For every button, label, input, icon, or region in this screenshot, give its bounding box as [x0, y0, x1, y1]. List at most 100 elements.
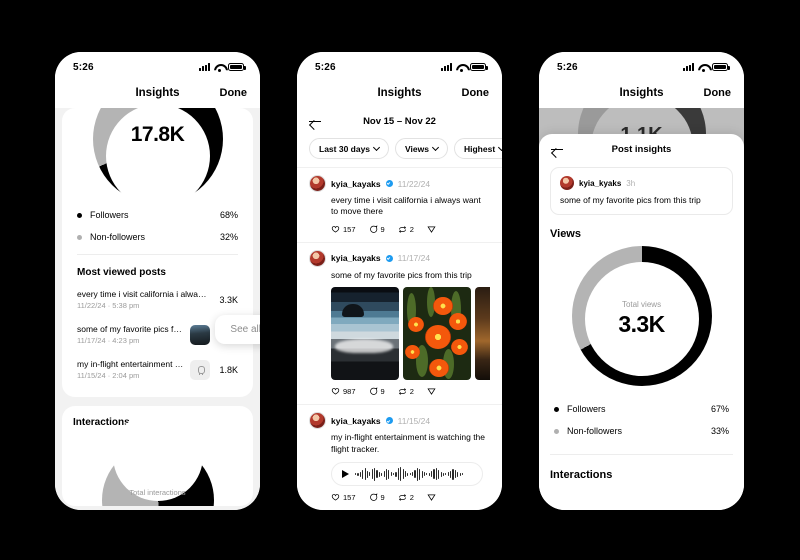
phone-mockup-3: 5:26 Insights Done 1.1K	[539, 52, 744, 510]
post-photo-gallery[interactable]	[309, 281, 490, 381]
done-button[interactable]: Done	[462, 87, 490, 99]
share-button[interactable]	[427, 387, 436, 396]
filter-chip-sort[interactable]: Highest	[453, 138, 502, 159]
verified-badge-icon	[385, 254, 393, 262]
engagement-row: 157 9 2	[309, 486, 490, 504]
cellular-bars-icon	[441, 63, 452, 71]
wifi-icon	[456, 63, 466, 72]
see-all-button[interactable]: See all	[215, 315, 260, 344]
post-meta: 11/17/24 · 4:23 pm	[77, 336, 140, 345]
like-button[interactable]: 987	[331, 387, 356, 396]
comment-button[interactable]: 9	[369, 225, 385, 234]
interactions-heading: Interactions	[550, 469, 613, 481]
filter-chip-metric[interactable]: Views	[395, 138, 448, 159]
nav-bar: Insights Done	[539, 78, 744, 108]
wifi-icon	[214, 63, 224, 72]
phone1-content: 17.8K Followers 68% Non-followers 32% Mo…	[55, 108, 260, 510]
legend-row-nonfollowers: Non-followers 32%	[73, 226, 242, 248]
phone1-scroll-area[interactable]: 17.8K Followers 68% Non-followers 32% Mo…	[55, 108, 260, 510]
views-card: 17.8K Followers 68% Non-followers 32% Mo…	[62, 108, 253, 397]
nav-bar: Insights Done	[297, 78, 502, 108]
status-bar: 5:26	[55, 52, 260, 78]
battery-full-icon	[470, 63, 488, 71]
most-viewed-posts-heading: Most viewed posts	[77, 267, 166, 278]
like-button[interactable]: 157	[331, 493, 356, 502]
legend: Followers 67% Non-followers 33%	[539, 392, 744, 442]
repost-button[interactable]: 2	[398, 493, 414, 502]
verified-badge-icon	[385, 180, 393, 187]
legend-dot-followers	[554, 406, 559, 412]
post-item[interactable]: kyia_kayaks 11/17/24 some of my favorite…	[297, 241, 502, 404]
post-timestamp: 3h	[626, 178, 636, 188]
post-username[interactable]: kyia_kayaks	[331, 179, 381, 189]
status-icons	[199, 63, 246, 72]
post-username[interactable]: kyia_kyaks	[579, 179, 621, 188]
repost-button[interactable]: 2	[398, 387, 414, 396]
legend-value-nonfollowers: 32%	[219, 232, 238, 242]
screenshot-canvas: 5:26 Insights Done 17.8K Followers 68% N…	[0, 0, 800, 560]
views-heading: Views	[550, 228, 581, 240]
page-title: Insights	[619, 87, 664, 99]
comment-button[interactable]: 9	[369, 387, 385, 396]
legend-row-followers: Followers 67%	[550, 398, 733, 420]
wifi-icon	[698, 63, 708, 72]
photo-ocean[interactable]	[331, 287, 399, 381]
page-title: Insights	[377, 87, 422, 99]
share-icon	[427, 493, 436, 502]
legend-dot-nonfollowers	[77, 234, 82, 240]
done-button[interactable]: Done	[704, 87, 732, 99]
audio-player[interactable]	[331, 462, 483, 487]
donut-center: 17.8K	[105, 108, 210, 208]
filter-chip-label: Highest	[463, 143, 496, 154]
donut-total-value: 3.3K	[618, 311, 665, 337]
like-button[interactable]: 157	[331, 225, 356, 234]
like-count: 157	[343, 493, 356, 503]
battery-full-icon	[712, 63, 730, 71]
legend-dot-nonfollowers	[554, 428, 559, 434]
post-preview-card[interactable]: kyia_kyaks 3h some of my favorite pics f…	[550, 167, 733, 215]
share-icon	[427, 225, 436, 234]
post-username[interactable]: kyia_kayaks	[331, 416, 381, 426]
filter-chip-label: Last 30 days	[319, 143, 371, 154]
filter-chip-timeframe[interactable]: Last 30 days	[309, 138, 390, 159]
repost-count: 2	[409, 387, 414, 397]
status-bar: 5:26	[539, 52, 744, 78]
nav-bar: Insights Done	[55, 78, 260, 108]
filter-chip-label: Views	[405, 143, 429, 154]
share-button[interactable]	[427, 225, 436, 234]
post-thumbnail-photo	[190, 324, 210, 345]
post-username[interactable]: kyia_kayaks	[331, 253, 381, 263]
comment-count: 9	[380, 224, 385, 234]
list-item[interactable]: every time i visit california i always w…	[73, 282, 242, 317]
post-thumbnail-mic	[190, 359, 210, 380]
post-text: my in-flight entertainment is watching t…	[331, 432, 486, 454]
phone3-screen: 1.1K Post insights kyia_kyaks 3h some of…	[539, 108, 744, 510]
done-button[interactable]: Done	[220, 87, 248, 99]
status-time: 5:26	[315, 61, 336, 73]
comment-count: 9	[380, 387, 385, 397]
interactions-card: Interactions Total interactions	[62, 406, 253, 506]
photo-sunset[interactable]	[475, 287, 490, 381]
post-item[interactable]: kyia_kayaks 11/22/24 every time i visit …	[297, 167, 502, 242]
donut-center-label: Total views	[621, 300, 662, 309]
comment-button[interactable]: 9	[369, 493, 385, 502]
post-date: 11/22/24	[397, 178, 431, 189]
photo-poppies[interactable]	[403, 287, 471, 381]
like-count: 157	[343, 224, 356, 234]
cellular-bars-icon	[199, 63, 210, 71]
views-donut-chart: Total views 3.3K	[539, 246, 744, 392]
filter-chip-row: Last 30 days Views Highest	[297, 131, 502, 167]
legend-row-nonfollowers: Non-followers 33%	[550, 420, 733, 442]
list-item[interactable]: my in-flight entertainment is w… 11/15/2…	[73, 352, 242, 387]
sheet-header: Post insights	[539, 134, 744, 161]
repost-button[interactable]: 2	[398, 225, 414, 234]
post-header: kyia_kayaks 11/17/24	[309, 249, 490, 267]
phone2-scroll-area[interactable]: Nov 15 – Nov 22 Last 30 days Views Highe…	[297, 108, 502, 510]
post-title: some of my favorite pics from…	[77, 324, 184, 334]
play-icon[interactable]	[342, 470, 349, 479]
like-count: 987	[343, 387, 356, 397]
share-button[interactable]	[427, 493, 436, 502]
avatar	[560, 176, 574, 190]
interactions-ring-center	[595, 481, 688, 510]
post-item[interactable]: kyia_kayaks 11/15/24 my in-flight entert…	[297, 404, 502, 510]
